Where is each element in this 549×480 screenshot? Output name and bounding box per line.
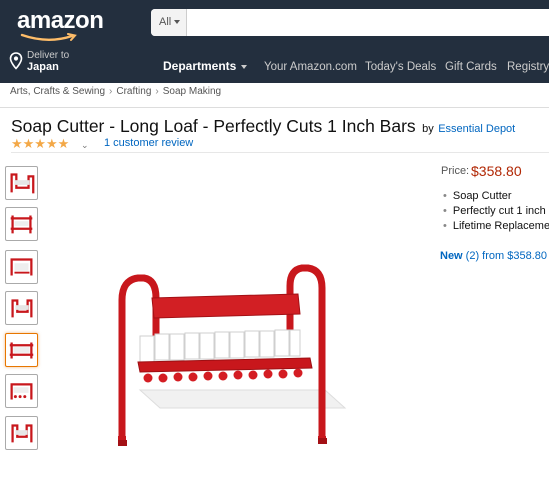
breadcrumb-separator: › — [109, 86, 113, 97]
feature-bullet: Soap Cutter — [443, 189, 549, 204]
divider — [11, 152, 549, 153]
by-label: by — [422, 123, 434, 135]
nav-link-todays-deals[interactable]: Today's Deals — [365, 61, 436, 73]
search-bar: All — [151, 9, 549, 36]
chevron-down-icon — [174, 20, 181, 25]
feature-bullet: Perfectly cut 1 inch — [443, 204, 549, 219]
price-value: $358.80 — [471, 163, 522, 179]
star-rating[interactable]: ★★★★★ — [11, 136, 69, 152]
product-title: Soap Cutter - Long Loaf - Perfectly Cuts… — [11, 116, 416, 136]
image-thumbnail[interactable] — [5, 207, 38, 241]
breadcrumb-item[interactable]: Soap Making — [163, 86, 221, 97]
new-offer-details: (2) from $358.80 — [462, 250, 547, 262]
nav-link-gift-cards[interactable]: Gift Cards — [445, 61, 497, 73]
departments-menu[interactable]: Departments — [163, 59, 248, 73]
chevron-down-icon[interactable]: ⌄ — [81, 140, 89, 151]
new-offers-link[interactable]: New (2) from $358.80 — [440, 250, 547, 262]
product-title-block: Soap Cutter - Long Loaf - Perfectly Cuts… — [11, 116, 515, 137]
product-main-image[interactable] — [110, 240, 360, 450]
search-category-dropdown[interactable]: All — [151, 9, 187, 36]
amazon-smile-icon — [20, 33, 77, 41]
breadcrumb-item[interactable]: Arts, Crafts & Sewing — [10, 86, 105, 97]
chevron-down-icon — [241, 64, 248, 69]
feature-bullet: Lifetime Replaceme — [443, 219, 549, 234]
customer-review-link[interactable]: 1 customer review — [104, 137, 193, 149]
image-thumbnail-selected[interactable] — [5, 333, 38, 367]
soap-cutter-thumbnail-image — [10, 173, 35, 194]
deliver-to-country: Japan — [27, 61, 59, 73]
image-thumbnail[interactable] — [5, 416, 38, 450]
search-category-label: All — [159, 16, 172, 28]
image-thumbnail[interactable] — [5, 291, 38, 325]
soap-cutter-thumbnail-image — [10, 258, 33, 276]
price-label: Price: — [441, 165, 470, 177]
deliver-to-label: Deliver to — [27, 50, 70, 61]
nav-link-registry[interactable]: Registry — [507, 61, 549, 73]
top-nav: amazon All Deliver to Japan Departments … — [0, 0, 549, 83]
soap-cutter-thumbnail-image — [11, 424, 33, 443]
soap-cutter-thumbnail-image — [10, 383, 33, 400]
image-thumbnail[interactable] — [5, 166, 38, 200]
nav-link-your-amazon[interactable]: Your Amazon.com — [264, 61, 357, 73]
breadcrumb-separator: › — [155, 86, 159, 97]
image-thumbnail[interactable] — [5, 250, 38, 284]
breadcrumb-item[interactable]: Crafting — [116, 86, 151, 97]
divider — [0, 107, 549, 108]
brand-link[interactable]: Essential Depot — [438, 123, 515, 135]
image-thumbnail[interactable] — [5, 374, 38, 408]
soap-cutter-thumbnail-image — [10, 215, 33, 234]
amazon-logo[interactable]: amazon — [17, 7, 104, 35]
new-offer-label: New — [440, 250, 463, 262]
departments-label: Departments — [163, 59, 237, 73]
soap-cutter-thumbnail-image — [9, 342, 34, 359]
search-input[interactable] — [188, 9, 548, 36]
soap-cutter-thumbnail-image — [11, 299, 33, 318]
location-pin-icon — [9, 52, 23, 70]
feature-bullets: Soap Cutter Perfectly cut 1 inch Lifetim… — [443, 189, 549, 234]
breadcrumb: Arts, Crafts & Sewing › Crafting › Soap Maki… — [10, 86, 221, 97]
